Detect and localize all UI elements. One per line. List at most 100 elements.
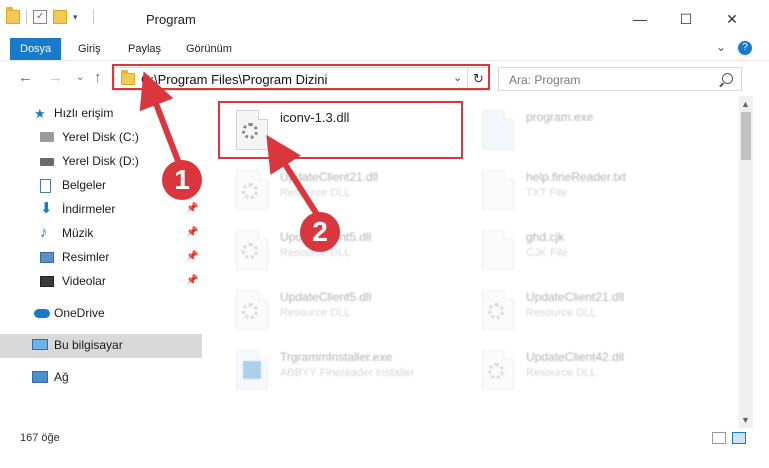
- file-name: UpdateClient5.dll: [280, 290, 372, 304]
- video-icon: [40, 276, 54, 287]
- star-icon: ★: [34, 106, 46, 121]
- scroll-down-icon[interactable]: ▼: [741, 415, 750, 425]
- cjk-file-icon: [482, 230, 514, 270]
- navigation-pane: ★ Hızlı erişim Yerel Disk (C:) Yerel Dis…: [0, 98, 206, 428]
- sidebar-item-videos[interactable]: Videolar 📌: [0, 270, 202, 294]
- tab-file[interactable]: Dosya: [10, 38, 62, 60]
- file-highlight-box: [218, 101, 463, 159]
- file-type: CJK File: [526, 247, 568, 259]
- sidebar-item-label: Ağ: [54, 370, 69, 384]
- properties-icon[interactable]: ✓: [33, 10, 47, 24]
- search-input[interactable]: Ara: Program: [509, 73, 580, 87]
- large-icons-view-icon[interactable]: [732, 432, 746, 444]
- pin-icon[interactable]: 📌: [186, 227, 198, 238]
- sidebar-item-label: İndirmeler: [62, 202, 116, 216]
- installer-icon: [243, 361, 261, 379]
- sidebar-item-label: OneDrive: [54, 306, 105, 320]
- file-name: TrgrammInstaller.exe: [280, 350, 393, 364]
- details-view-icon[interactable]: [712, 432, 726, 444]
- drive-icon: [40, 158, 54, 166]
- dll-file-icon: [482, 290, 514, 330]
- gear-icon: [488, 303, 504, 319]
- sidebar-item-network[interactable]: Ağ: [0, 366, 202, 390]
- file-type: Resource DLL: [280, 307, 351, 319]
- dll-file-icon: [236, 230, 268, 270]
- sidebar-item-downloads[interactable]: ⬇ İndirmeler 📌: [0, 198, 202, 222]
- sidebar-item-onedrive[interactable]: OneDrive: [0, 302, 202, 326]
- sidebar-item-label: Belgeler: [62, 178, 107, 192]
- gear-icon: [488, 363, 504, 379]
- file-item-help-txt[interactable]: help.fineReader.txt TXT File: [464, 160, 704, 216]
- file-type: Resource DLL: [526, 307, 597, 319]
- dll-file-icon: [236, 290, 268, 330]
- sidebar-item-label: Videolar: [62, 274, 106, 288]
- vertical-scrollbar[interactable]: ▲ ▼: [739, 96, 753, 428]
- sidebar-item-label: Yerel Disk (D:): [62, 154, 139, 168]
- callout-1: 1: [162, 160, 202, 200]
- status-bar: 167 öğe: [0, 428, 769, 450]
- network-icon: [32, 371, 48, 383]
- recent-locations-button[interactable]: ⌄: [76, 72, 84, 83]
- file-name: program.exe: [526, 110, 594, 124]
- divider: [26, 10, 27, 24]
- file-item-installer-exe[interactable]: TrgrammInstaller.exe ABBYY Finereader In…: [218, 340, 458, 396]
- file-name: UpdateClient21.dll: [526, 290, 625, 304]
- tab-home[interactable]: Giriş: [68, 38, 111, 60]
- title-bar: ✓ ▾ Program — ☐ ✕: [0, 0, 769, 38]
- tab-share[interactable]: Paylaş: [118, 38, 171, 60]
- file-type: Resource DLL: [280, 187, 351, 199]
- file-item-updateclient21-dll[interactable]: UpdateClient21.dll Resource DLL: [218, 160, 458, 216]
- music-icon: ♪: [40, 224, 48, 241]
- scroll-thumb[interactable]: [741, 112, 751, 160]
- pin-icon[interactable]: 📌: [186, 203, 198, 214]
- file-type: TXT File: [526, 187, 568, 199]
- dll-file-icon: [236, 170, 268, 210]
- sidebar-item-label: Hızlı erişim: [54, 106, 114, 120]
- gear-icon: [242, 303, 258, 319]
- file-name: UpdateClient42.dll: [526, 350, 625, 364]
- file-item-ghd-cjk[interactable]: ghd.cjk CJK File: [464, 220, 704, 276]
- callout-2: 2: [300, 212, 340, 252]
- search-box[interactable]: Ara: Program: [498, 67, 742, 91]
- sidebar-item-quick-access[interactable]: ★ Hızlı erişim: [0, 102, 202, 126]
- window-title: Program: [146, 12, 196, 27]
- file-name: ghd.cjk: [526, 230, 565, 244]
- sidebar-item-this-pc[interactable]: Bu bilgisayar: [0, 334, 202, 358]
- minimize-button[interactable]: —: [617, 0, 663, 38]
- sidebar-item-label: Müzik: [62, 226, 94, 240]
- customize-toolbar-icon[interactable]: ▾: [73, 10, 87, 24]
- sidebar-item-local-disk-c[interactable]: Yerel Disk (C:): [0, 126, 202, 150]
- up-button[interactable]: ↑: [94, 69, 102, 86]
- sidebar-item-label: Resimler: [62, 250, 110, 264]
- file-item-updateclient21-dll[interactable]: UpdateClient21.dll Resource DLL: [464, 280, 704, 336]
- scroll-up-icon[interactable]: ▲: [741, 99, 750, 109]
- expand-ribbon-icon[interactable]: ⌄: [716, 40, 726, 54]
- pictures-icon: [40, 252, 54, 263]
- tab-view[interactable]: Görünüm: [176, 38, 242, 60]
- forward-button[interactable]: →: [48, 69, 63, 86]
- sidebar-item-pictures[interactable]: Resimler 📌: [0, 246, 202, 270]
- exe-file-icon: [236, 350, 268, 390]
- divider: [93, 10, 94, 24]
- address-highlight-box: [112, 64, 490, 90]
- maximize-button[interactable]: ☐: [663, 0, 709, 38]
- pin-icon[interactable]: 📌: [186, 275, 198, 286]
- documents-icon: [40, 179, 51, 193]
- pin-icon[interactable]: 📌: [186, 251, 198, 262]
- item-count: 167 öğe: [20, 432, 60, 444]
- file-name: UpdateClient21.dll: [280, 170, 379, 184]
- close-button[interactable]: ✕: [709, 0, 755, 38]
- file-item-updateclient42-dll[interactable]: UpdateClient42.dll Resource DLL: [464, 340, 704, 396]
- new-folder-icon[interactable]: [53, 10, 67, 24]
- file-type: ABBYY Finereader Installer: [280, 367, 415, 379]
- back-button[interactable]: ←: [18, 69, 33, 86]
- help-icon[interactable]: ?: [738, 41, 752, 55]
- file-item-program-exe[interactable]: program.exe: [464, 100, 704, 156]
- file-item-updateclient5-dll[interactable]: UpdateClient5.dll Resource DLL: [218, 280, 458, 336]
- ribbon-tabs: Dosya Giriş Paylaş Görünüm ⌄ ?: [0, 38, 769, 60]
- cloud-icon: [34, 309, 50, 318]
- gear-icon: [242, 243, 258, 259]
- sidebar-item-music[interactable]: ♪ Müzik 📌: [0, 222, 202, 246]
- txt-file-icon: [482, 170, 514, 210]
- folder-icon: [6, 7, 20, 24]
